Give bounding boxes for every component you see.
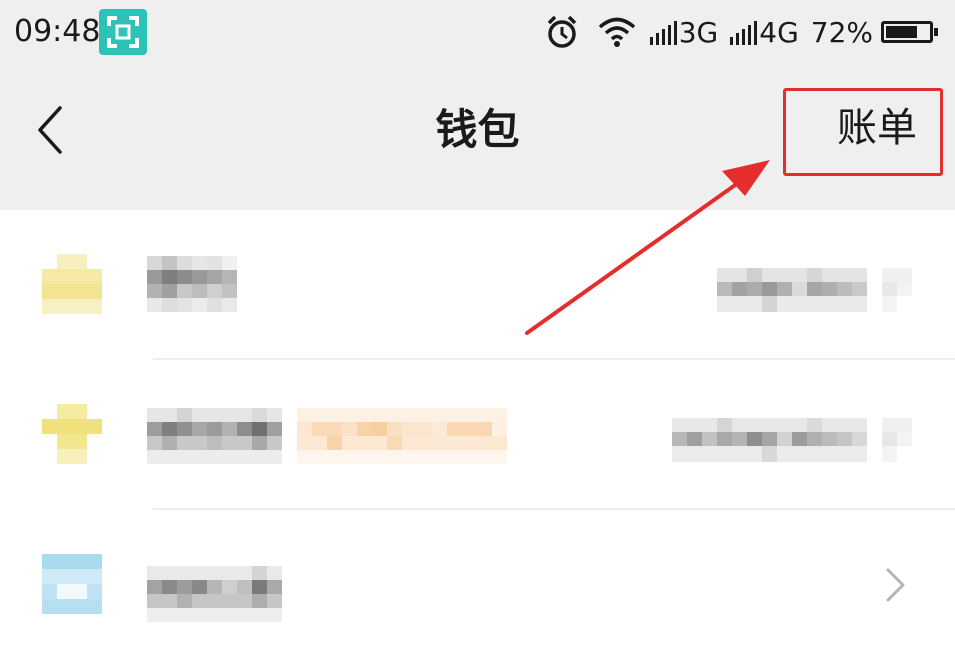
status-bar: 09:48 3G 4G 72% (0, 0, 955, 66)
row-value-pixelated (717, 268, 912, 316)
row-icon (42, 254, 102, 314)
wallet-list (0, 210, 955, 660)
row-label-pixelated (147, 408, 507, 468)
status-time: 09:48 (14, 14, 101, 49)
row-label-pixelated (147, 566, 282, 626)
battery-icon (881, 21, 938, 43)
alarm-icon (547, 15, 576, 48)
row-icon (42, 404, 102, 464)
status-icons: 3G 4G 72% (544, 10, 938, 54)
network-type-2: 4G (759, 15, 799, 49)
chevron-right-icon (886, 568, 905, 602)
scan-icon (99, 9, 147, 55)
list-item[interactable] (0, 360, 955, 510)
wifi-icon (598, 17, 635, 47)
row-value-pixelated (672, 418, 912, 466)
highlight-box (783, 88, 943, 176)
signal-icon (649, 19, 677, 45)
row-label-pixelated (147, 256, 237, 316)
network-type-1: 3G (678, 15, 719, 49)
battery-percent: 72% (810, 15, 873, 49)
signal-icon (730, 19, 758, 45)
list-item[interactable] (0, 510, 955, 660)
list-item[interactable] (0, 210, 955, 360)
row-icon (42, 554, 102, 614)
